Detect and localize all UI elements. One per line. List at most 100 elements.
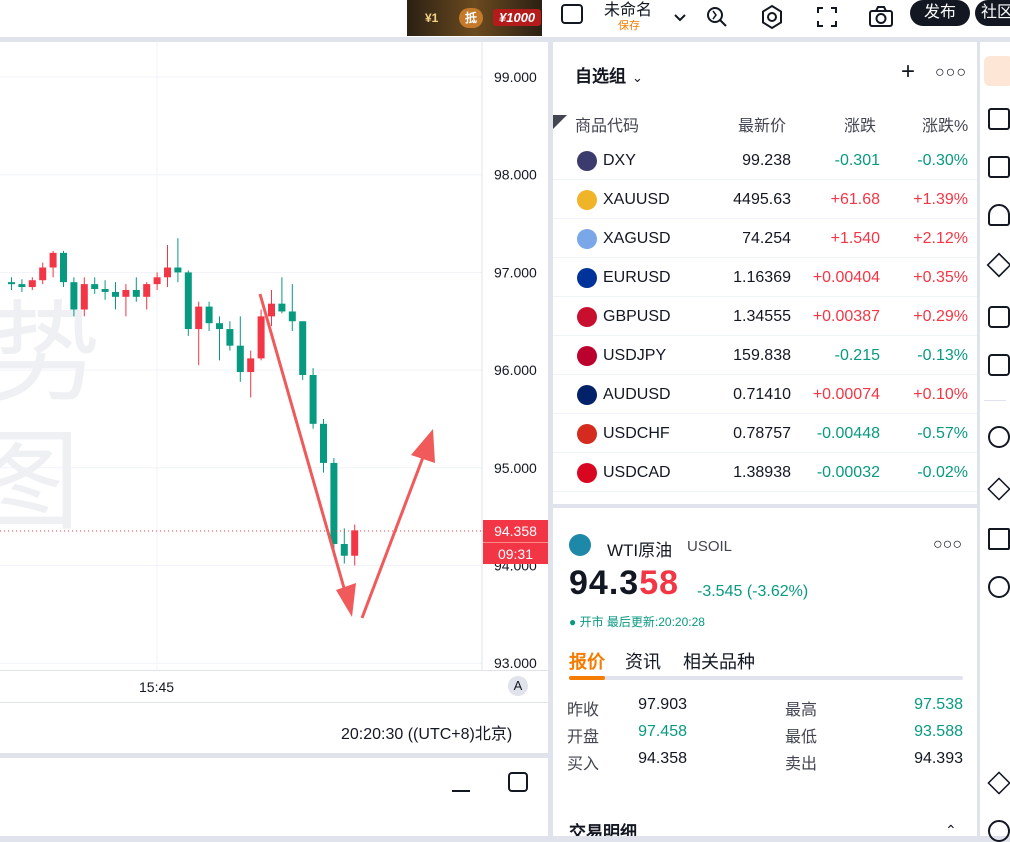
price-tick: 99.000 xyxy=(494,69,537,85)
stat-label2: 最低 xyxy=(785,729,818,746)
candle-body xyxy=(330,462,338,545)
down-arrow-head xyxy=(336,583,356,617)
chat-icon[interactable] xyxy=(988,354,1010,376)
save-status: 保存 xyxy=(618,20,640,32)
candle-body xyxy=(39,267,47,281)
stat-value2: 97.538 xyxy=(914,696,963,713)
candle-body xyxy=(257,316,265,359)
row-last: 99.238 xyxy=(742,152,791,169)
watchlist-row[interactable]: USDCAD 1.38938 -0.00032 -0.02% xyxy=(553,453,977,492)
time-axis[interactable]: 15:45 A xyxy=(0,670,548,702)
candle-body xyxy=(28,280,36,288)
divider xyxy=(984,400,1006,401)
row-last: 0.78757 xyxy=(733,425,791,442)
watchlist-row[interactable]: EURUSD 1.16369 +0.00404 +0.35% xyxy=(553,258,977,297)
drawn-arrows[interactable] xyxy=(258,293,435,619)
col-last[interactable]: 最新价 xyxy=(738,112,786,136)
tab-related[interactable]: 相关品种 xyxy=(683,648,755,674)
row-symbol: XAUUSD xyxy=(603,191,670,208)
price-tail: 58 xyxy=(639,564,680,602)
symbol-ticker[interactable]: USOIL xyxy=(687,538,732,555)
stat-value: 94.358 xyxy=(638,750,687,767)
stat-value2: 94.393 xyxy=(914,750,963,767)
bar-countdown: 09:31 xyxy=(483,542,548,564)
news-icon[interactable] xyxy=(988,108,1010,130)
stat-value2: 93.588 xyxy=(914,723,963,740)
fullscreen-icon[interactable] xyxy=(813,3,841,31)
stat-label: 开盘 xyxy=(567,729,600,746)
add-symbol-icon[interactable]: + xyxy=(901,58,915,86)
flag-icon xyxy=(577,424,597,444)
stat-value: 97.458 xyxy=(638,723,687,740)
target-icon[interactable] xyxy=(988,426,1010,448)
layers-icon[interactable] xyxy=(986,252,1010,278)
candle-body xyxy=(247,358,255,373)
maximize-icon[interactable] xyxy=(508,772,528,792)
layout-icon[interactable] xyxy=(561,4,583,24)
row-chg-pct: +0.10% xyxy=(913,386,968,403)
row-chg: +0.00404 xyxy=(812,269,880,286)
education-icon[interactable] xyxy=(987,477,1010,501)
tab-quote[interactable]: 报价 xyxy=(569,648,605,674)
publish-button[interactable]: 发布 xyxy=(910,0,970,26)
row-chg: +1.540 xyxy=(830,230,880,247)
market-status: ● 开市 最后更新:20:20:28 xyxy=(569,615,705,629)
col-chg[interactable]: 涨跌 xyxy=(844,112,876,136)
watchlist-row[interactable]: USDJPY 159.838 -0.215 -0.13% xyxy=(553,336,977,375)
price-tick: 98.000 xyxy=(494,167,537,183)
camera-icon[interactable] xyxy=(867,3,895,31)
calendar-icon[interactable] xyxy=(988,156,1010,178)
auto-scale-button[interactable]: A xyxy=(508,676,528,696)
alert-bell-icon[interactable] xyxy=(988,204,1010,226)
col-symbol[interactable]: 商品代码 xyxy=(575,112,639,136)
more-icon[interactable]: ○○○ xyxy=(933,536,962,554)
candle-body xyxy=(80,284,88,310)
chevron-down-icon[interactable] xyxy=(666,3,694,31)
price-head: 94.3 xyxy=(569,564,640,602)
more-icon[interactable]: ○○○ xyxy=(935,64,967,82)
watchlist-row[interactable]: XAUUSD 4495.63 +61.68 +1.39% xyxy=(553,180,977,219)
col-chg-pct[interactable]: 涨跌% xyxy=(922,112,968,136)
tag-icon[interactable] xyxy=(987,771,1010,795)
candle-body xyxy=(112,291,119,297)
network-icon[interactable] xyxy=(988,576,1010,598)
row-chg: +61.68 xyxy=(830,191,880,208)
community-button[interactable]: 社区 xyxy=(975,0,1010,26)
bottom-panel xyxy=(0,758,548,836)
chevron-down-icon: ⌄ xyxy=(632,70,643,85)
symbol-name[interactable]: WTI原油 xyxy=(607,536,672,561)
tab-news[interactable]: 资讯 xyxy=(625,648,661,674)
minimize-icon[interactable] xyxy=(452,790,470,792)
watchlist-title-text: 自选组 xyxy=(575,67,626,86)
promo-banner[interactable]: ¥1 抵 ¥1000 xyxy=(407,0,542,36)
stat-label2: 最高 xyxy=(785,702,818,719)
watchlist-row[interactable]: XAGUSD 74.254 +1.540 +2.12% xyxy=(553,219,977,258)
watchlist-row[interactable]: DXY 99.238 -0.301 -0.30% xyxy=(553,141,977,180)
watchlist-star-icon[interactable] xyxy=(984,56,1010,86)
watchlist-title[interactable]: 自选组 ⌄ xyxy=(575,62,643,87)
flag-icon xyxy=(577,307,597,327)
row-chg-pct: -0.30% xyxy=(917,152,968,169)
price-chart[interactable]: 势 图 99.000 98.000 97.000 96.000 95.000 94.000… xyxy=(0,42,548,670)
watchlist-row[interactable]: GBPUSD 1.34555 +0.00387 +0.29% xyxy=(553,297,977,336)
quick-search-icon[interactable] xyxy=(703,3,731,31)
watchlist-row[interactable]: USDCHF 0.78757 -0.00448 -0.57% xyxy=(553,414,977,453)
panel-icon[interactable] xyxy=(988,306,1010,328)
watchlist-row[interactable]: AUDUSD 0.71410 +0.00074 +0.10% xyxy=(553,375,977,414)
up-arrow-line[interactable] xyxy=(360,451,427,619)
flag-icon xyxy=(577,268,597,288)
candle-body xyxy=(132,289,140,297)
stat-label2: 卖出 xyxy=(785,756,818,773)
stat-label: 买入 xyxy=(567,756,600,773)
row-chg-pct: +0.29% xyxy=(913,308,968,325)
chart-clock[interactable]: 20:20:30 ((UTC+8)北京) xyxy=(341,720,512,744)
trades-title[interactable]: 交易明细 xyxy=(569,818,637,836)
help-icon[interactable] xyxy=(988,820,1010,842)
candle-body xyxy=(351,530,359,556)
candle-body xyxy=(309,374,317,424)
chevron-up-icon[interactable]: ⌃ xyxy=(945,822,957,836)
settings-icon[interactable] xyxy=(758,3,786,31)
row-chg-pct: -0.02% xyxy=(917,464,968,481)
table-icon[interactable] xyxy=(988,528,1010,550)
row-last: 1.38938 xyxy=(733,464,791,481)
